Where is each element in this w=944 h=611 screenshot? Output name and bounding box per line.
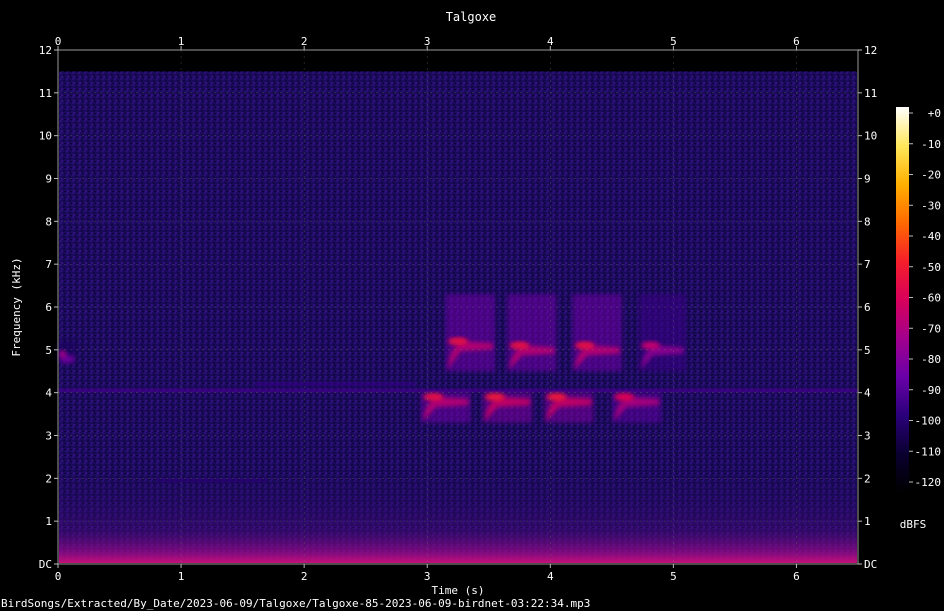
y-tick-label-right: 8 bbox=[864, 215, 871, 228]
colorbar-tick-label: -100 bbox=[915, 415, 942, 428]
y-tick-label-right: 7 bbox=[864, 258, 871, 271]
colorbar-tick-label: -120 bbox=[915, 476, 942, 489]
y-tick-label: 3 bbox=[45, 430, 52, 443]
y-axis-label: Frequency (kHz) bbox=[10, 257, 23, 356]
y-tick-label: 1 bbox=[45, 515, 52, 528]
y-tick-label-right: 1 bbox=[864, 515, 871, 528]
colorbar-tick-label: -60 bbox=[921, 292, 941, 305]
spectrogram-image bbox=[58, 71, 858, 564]
y-tick-label-right: 4 bbox=[864, 387, 871, 400]
bird-call-syllable bbox=[421, 392, 471, 423]
colorbar-tick-label: -110 bbox=[915, 445, 942, 458]
y-tick-label-right: 12 bbox=[864, 44, 877, 57]
y-tick-label-right: 11 bbox=[864, 87, 877, 100]
colorbar-tick-label: -20 bbox=[921, 169, 941, 182]
faint-trace bbox=[254, 382, 415, 386]
colorbar-tick-label: -10 bbox=[921, 138, 941, 151]
y-tick-label: 9 bbox=[45, 173, 52, 186]
x-tick-label-top: 1 bbox=[178, 35, 185, 48]
colorbar-tick-label: -70 bbox=[921, 322, 941, 335]
colorbar: dBFS +0 -10 -20 -30 -40 -50 -60 -70 -80 -90 -100 -1… bbox=[896, 107, 941, 531]
bird-call-syllable bbox=[611, 392, 662, 423]
chart-title: Talgoxe bbox=[446, 10, 497, 24]
bird-call-syllable bbox=[58, 341, 77, 365]
x-tick-label: 0 bbox=[55, 570, 62, 583]
y-tick-label: 4 bbox=[45, 387, 52, 400]
x-tick-label: 3 bbox=[424, 570, 431, 583]
y-tick-label: 8 bbox=[45, 215, 52, 228]
y-tick-label-right: 6 bbox=[864, 301, 871, 314]
x-axis-label: Time (s) bbox=[432, 584, 485, 597]
y-tick-label: 12 bbox=[39, 44, 52, 57]
x-tick-label: 5 bbox=[670, 570, 677, 583]
x-tick-label-top: 0 bbox=[55, 35, 62, 48]
bird-call-syllable bbox=[544, 392, 594, 423]
y-tick-label-right: 3 bbox=[864, 430, 871, 443]
y-tick-label: 7 bbox=[45, 258, 52, 271]
y-tick-label-right: 5 bbox=[864, 344, 871, 357]
colorbar-tick-label: -90 bbox=[921, 384, 941, 397]
x-tick-label-top: 4 bbox=[547, 35, 554, 48]
colorbar-tick-label: -40 bbox=[921, 230, 941, 243]
colorbar-gradient bbox=[896, 107, 909, 492]
x-tick-label: 2 bbox=[301, 570, 308, 583]
bird-call-syllable bbox=[572, 294, 622, 372]
y-tick-label-right: 9 bbox=[864, 173, 871, 186]
colorbar-tick-label: -50 bbox=[921, 261, 941, 274]
bird-call-syllable bbox=[445, 294, 495, 372]
bird-call-syllable bbox=[638, 294, 686, 372]
faint-trace bbox=[58, 389, 858, 393]
y-tick-label-right: DC bbox=[864, 558, 877, 571]
x-tick-label: 4 bbox=[547, 570, 554, 583]
faint-trace bbox=[156, 478, 268, 482]
colorbar-tick-label: -30 bbox=[921, 199, 941, 212]
spectrogram-chart: 00112233445566DC DC1 12 23 34 45 56 67 78 89 910 10… bbox=[10, 10, 941, 597]
y-tick-label: 10 bbox=[39, 130, 52, 143]
colorbar-label: dBFS bbox=[900, 518, 927, 531]
y-tick-label: 11 bbox=[39, 87, 52, 100]
bird-call-syllable bbox=[507, 294, 557, 372]
x-tick-label-top: 5 bbox=[670, 35, 677, 48]
x-tick-label-top: 6 bbox=[793, 35, 800, 48]
y-tick-label: 5 bbox=[45, 344, 52, 357]
x-tick-label-top: 3 bbox=[424, 35, 431, 48]
bird-call-syllable bbox=[482, 392, 532, 423]
file-path-footer: BirdSongs/Extracted/By_Date/2023-06-09/T… bbox=[1, 597, 591, 610]
x-tick-label-top: 2 bbox=[301, 35, 308, 48]
colorbar-tick-label: -80 bbox=[921, 353, 941, 366]
y-tick-label: 6 bbox=[45, 301, 52, 314]
y-tick-label: 2 bbox=[45, 472, 52, 485]
y-tick-label-right: 10 bbox=[864, 130, 877, 143]
y-tick-label-right: 2 bbox=[864, 472, 871, 485]
y-tick-label: DC bbox=[39, 558, 52, 571]
x-tick-label: 6 bbox=[793, 570, 800, 583]
x-tick-label: 1 bbox=[178, 570, 185, 583]
colorbar-tick-label: +0 bbox=[928, 107, 941, 120]
low-frequency-energy bbox=[59, 469, 857, 563]
